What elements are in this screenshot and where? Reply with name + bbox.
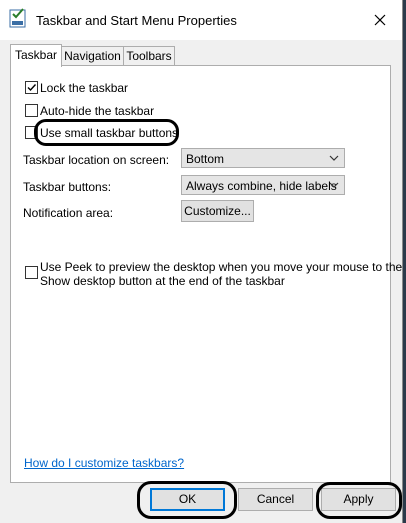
peek-label: Use Peek to preview the desktop when you… (40, 260, 402, 288)
notification-label: Notification area: (23, 206, 114, 220)
location-label: Taskbar location on screen: (23, 153, 170, 167)
help-link[interactable]: How do I customize taskbars? (24, 456, 184, 470)
peek-checkbox[interactable] (25, 266, 38, 279)
title-bar[interactable]: Taskbar and Start Menu Properties (0, 0, 402, 40)
small-buttons-label: Use small taskbar buttons (40, 126, 179, 140)
ok-button[interactable]: OK (150, 488, 225, 511)
taskbar-tab-panel: Lock the taskbar Auto-hide the taskbar U… (10, 65, 402, 483)
tab-navigation[interactable]: Navigation (61, 46, 124, 66)
small-buttons-checkbox[interactable] (25, 126, 38, 139)
peek-label-line1: Use Peek to preview the desktop when you… (40, 260, 403, 274)
cancel-button[interactable]: Cancel (238, 488, 313, 511)
close-button[interactable] (358, 0, 402, 40)
chevron-down-icon (329, 155, 339, 161)
close-icon (374, 14, 386, 26)
dialog-window: Taskbar and Start Menu Properties Taskba… (0, 0, 403, 523)
location-dropdown[interactable]: Bottom (181, 148, 345, 168)
lock-taskbar-checkbox[interactable] (25, 81, 38, 94)
taskbar-properties-icon (9, 7, 27, 29)
auto-hide-label: Auto-hide the taskbar (40, 104, 155, 118)
chevron-down-icon (329, 182, 339, 188)
dialog-body: Taskbar Navigation Toolbars Lock the tas… (0, 40, 402, 523)
location-value: Bottom (186, 152, 225, 166)
customize-button[interactable]: Customize... (181, 200, 254, 222)
tab-taskbar[interactable]: Taskbar (10, 44, 62, 67)
buttons-label: Taskbar buttons: (23, 180, 112, 194)
buttons-dropdown[interactable]: Always combine, hide labels (181, 175, 345, 195)
lock-taskbar-label: Lock the taskbar (40, 81, 129, 95)
tab-toolbars[interactable]: Toolbars (123, 46, 175, 66)
window-title: Taskbar and Start Menu Properties (36, 13, 237, 28)
peek-label-line2: Show desktop button at the end of the ta… (40, 274, 285, 288)
apply-button[interactable]: Apply (321, 488, 396, 511)
buttons-value: Always combine, hide labels (186, 179, 337, 193)
auto-hide-checkbox[interactable] (25, 104, 38, 117)
checkmark-icon (27, 84, 37, 92)
